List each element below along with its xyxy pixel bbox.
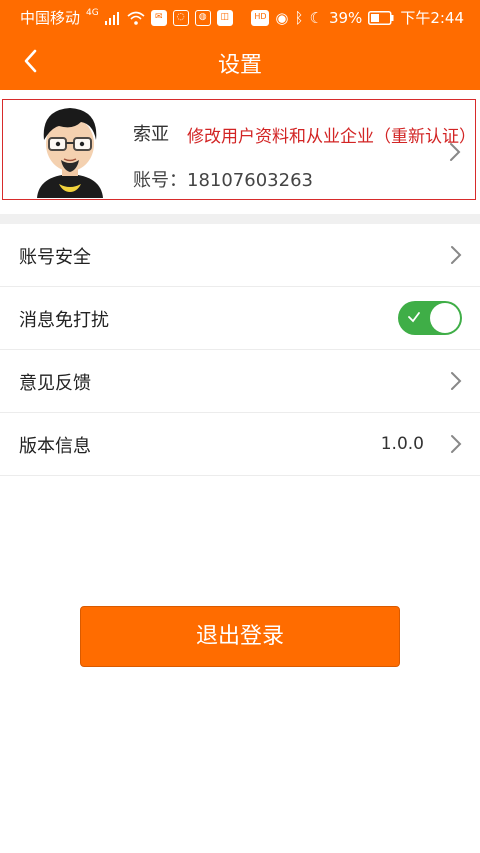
settings-item-label: 账号安全 xyxy=(19,247,91,268)
logout-button[interactable]: 退出登录 xyxy=(80,606,400,667)
settings-item-do-not-disturb: 消息免打扰 xyxy=(0,287,480,350)
bank-icon: ◫ xyxy=(216,9,233,26)
mail-icon: ✉ xyxy=(150,9,167,26)
account-number: 18107603263 xyxy=(187,170,313,191)
chevron-right-icon xyxy=(451,372,462,390)
settings-item-feedback[interactable]: 意见反馈 xyxy=(0,350,480,413)
settings-item-label: 消息免打扰 xyxy=(19,310,109,331)
chevron-right-icon xyxy=(450,143,461,161)
user-name: 索亚 xyxy=(133,124,169,145)
status-right: HD ◉ ᛒ ☾ 39% 下午2:44 xyxy=(251,7,464,28)
hd-icon: HD xyxy=(251,9,270,26)
nav-bar: 设置 xyxy=(0,34,480,90)
network-type: 4G xyxy=(86,7,99,18)
clock: 下午2:44 xyxy=(400,9,464,27)
edit-profile-note: 修改用户资料和从业企业（重新认证） xyxy=(187,127,476,147)
toggle-knob xyxy=(430,303,460,333)
version-value: 1.0.0 xyxy=(380,434,424,454)
moon-icon: ☾ xyxy=(309,8,323,27)
avatar xyxy=(37,108,103,198)
app-icon: ◍ xyxy=(194,9,211,26)
settings-item-label: 版本信息 xyxy=(19,436,91,457)
battery-icon xyxy=(368,10,394,25)
check-icon xyxy=(408,312,420,323)
battery-percent: 39% xyxy=(328,8,363,27)
bluetooth-icon: ᛒ xyxy=(294,8,304,27)
chevron-right-icon xyxy=(451,435,462,453)
wifi-icon xyxy=(127,11,145,25)
section-divider xyxy=(0,214,480,224)
page-title: 设置 xyxy=(217,53,262,78)
status-bar: 中国移动 4G ✉ ◌ ◍ ◫ HD ◉ ᛒ ☾ 39% 下午2:44 xyxy=(0,0,480,34)
profile-card[interactable]: 索亚 修改用户资料和从业企业（重新认证） 账号：18107603263 xyxy=(2,99,476,200)
chevron-right-icon xyxy=(451,246,462,264)
signal-icon xyxy=(104,11,119,25)
account-line: 账号：18107603263 xyxy=(133,166,313,192)
eye-icon: ◉ xyxy=(275,8,289,27)
settings-item-version[interactable]: 版本信息 1.0.0 xyxy=(0,413,480,476)
settings-item-label: 意见反馈 xyxy=(19,373,91,394)
do-not-disturb-toggle[interactable] xyxy=(398,301,462,335)
status-left: 中国移动 4G ✉ ◌ ◍ ◫ xyxy=(20,7,233,28)
account-label: 账号： xyxy=(133,170,187,191)
settings-item-account-security[interactable]: 账号安全 xyxy=(0,224,480,287)
chat-icon: ◌ xyxy=(172,9,189,26)
carrier-name: 中国移动 xyxy=(20,9,81,27)
